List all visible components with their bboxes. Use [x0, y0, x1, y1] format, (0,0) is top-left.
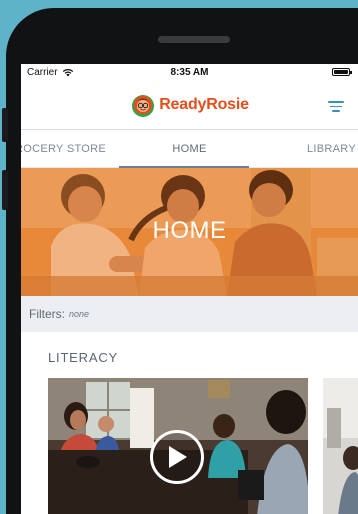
volume-down-button	[2, 170, 8, 210]
speaker-grille	[158, 36, 230, 43]
hero-title: HOME	[152, 217, 227, 244]
logo-text-ready: Ready	[159, 96, 207, 113]
status-bar: Carrier 8:35 AM	[21, 64, 358, 81]
volume-up-button	[2, 108, 8, 142]
next-video-card[interactable]	[323, 378, 358, 514]
play-button[interactable]	[150, 430, 204, 484]
literacy-section: LITERACY	[21, 332, 358, 514]
app-header: ReadyRosie	[21, 81, 358, 130]
battery-icon	[332, 68, 352, 76]
tab-library[interactable]: LIBRARY	[307, 143, 356, 155]
hero-banner: HOME	[21, 168, 358, 296]
app-screen: Carrier 8:35 AM ReadyRosie ROCERY STORE …	[21, 64, 358, 514]
filters-value: none	[69, 309, 90, 319]
filters-bar[interactable]: Filters: none	[21, 296, 358, 332]
video-card[interactable]	[48, 378, 308, 514]
category-tabs: ROCERY STORE HOME LIBRARY	[21, 130, 358, 168]
filter-menu-icon[interactable]	[328, 101, 344, 112]
next-video-thumbnail	[323, 378, 358, 514]
filters-label: Filters:	[29, 307, 65, 321]
section-title: LITERACY	[48, 350, 118, 365]
logo-text-rosie: Rosie	[206, 96, 249, 113]
readyrosie-logo[interactable]: ReadyRosie	[130, 92, 249, 118]
play-icon	[169, 446, 187, 468]
rosie-face-icon	[132, 95, 155, 117]
clock: 8:35 AM	[170, 67, 209, 78]
